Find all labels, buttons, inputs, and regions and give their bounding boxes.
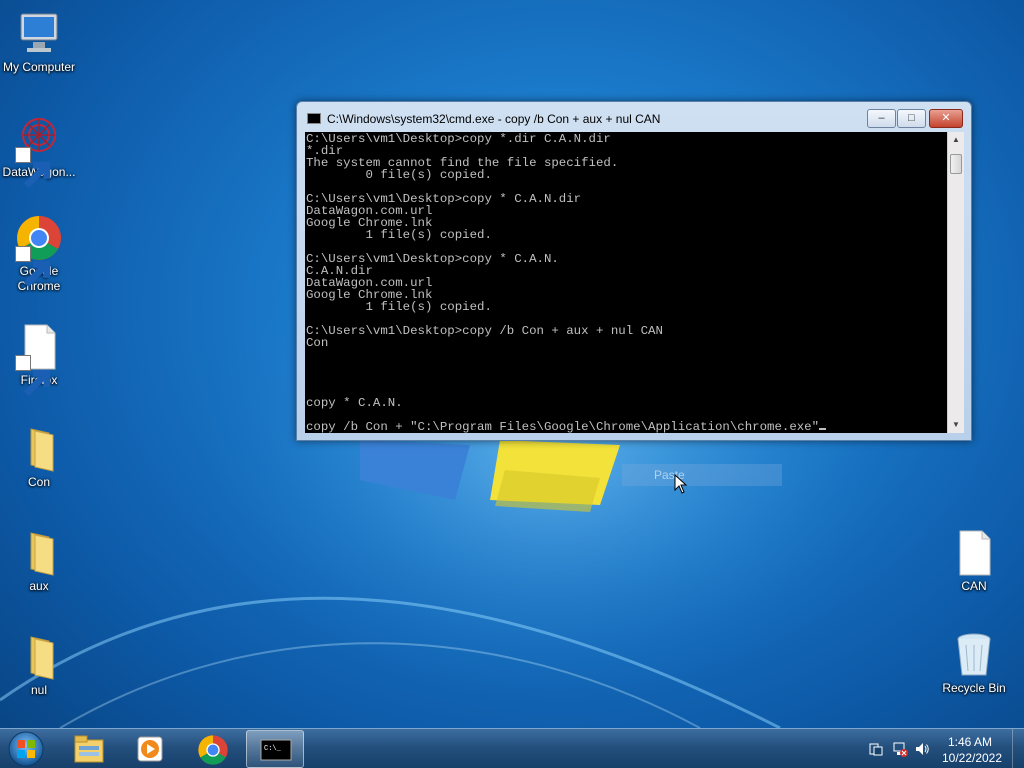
desktop-icon-google-chrome[interactable]: Google Chrome	[0, 214, 79, 294]
desktop-icon-label: aux	[29, 579, 49, 593]
cmd-icon	[307, 113, 321, 124]
mouse-pointer-icon	[674, 474, 688, 494]
taskbar-chrome-button[interactable]	[184, 730, 242, 768]
desktop-icon-label: nul	[30, 683, 47, 697]
action-center-flag-icon[interactable]	[868, 741, 884, 757]
console-output[interactable]: C:\Users\vm1\Desktop>copy *.dir C.A.N.di…	[305, 132, 947, 433]
desktop-icon-label: Recycle Bin	[942, 681, 1006, 695]
minimize-button[interactable]: –	[867, 109, 896, 128]
taskbar-media-player-button[interactable]	[122, 730, 180, 768]
folder-icon	[15, 633, 63, 681]
media-player-icon	[137, 736, 163, 762]
clock-time[interactable]: 1:46 AM	[942, 735, 998, 749]
svg-text:C:\_: C:\_	[264, 745, 282, 753]
desktop-icon-label: Con	[27, 475, 50, 489]
desktop-icon-my-computer[interactable]: My Computer	[0, 10, 79, 75]
desktop-icon-firefox[interactable]: Firefox	[0, 323, 79, 397]
folder-icon	[15, 425, 63, 473]
console-text-body: C:\Users\vm1\Desktop>copy *.dir C.A.N.di…	[306, 132, 820, 433]
chrome-icon	[15, 214, 63, 288]
close-button[interactable]: ✕	[929, 109, 963, 128]
maximize-button[interactable]: □	[897, 109, 926, 128]
start-button[interactable]	[6, 730, 46, 768]
taskbar-cmd-button[interactable]: C:\_	[246, 730, 304, 768]
computer-icon	[15, 10, 63, 58]
taskbar: C:\_ 1:46 AM 10/22/2022	[0, 728, 1024, 768]
shortcut-arrow-icon	[15, 246, 51, 288]
window-title: C:\Windows\system32\cmd.exe - copy /b Co…	[327, 112, 661, 126]
vertical-scrollbar[interactable]: ▲ ▼	[947, 132, 964, 433]
recycle-bin-icon	[950, 631, 998, 679]
show-desktop-button[interactable]	[1012, 729, 1024, 768]
chrome-icon	[198, 735, 228, 765]
system-tray: 1:46 AM 10/22/2022	[862, 729, 1024, 768]
volume-icon[interactable]	[914, 741, 930, 757]
desktop-icon-recycle-bin[interactable]: Recycle Bin	[934, 631, 1014, 696]
shortcut-arrow-icon	[15, 147, 51, 189]
desktop-icon-aux[interactable]: aux	[0, 529, 79, 594]
desktop-icon-label: CAN	[961, 579, 987, 593]
taskbar-explorer-button[interactable]	[60, 730, 118, 768]
desktop-icon-label: My Computer	[2, 60, 76, 74]
windows-logo-icon	[8, 731, 44, 767]
desktop-icon-can[interactable]: CAN	[934, 529, 1014, 594]
folder-icon	[15, 529, 63, 577]
scroll-up-arrow-icon[interactable]: ▲	[948, 132, 964, 148]
scroll-down-arrow-icon[interactable]: ▼	[948, 417, 964, 433]
windows-explorer-icon	[74, 735, 104, 763]
clock-date[interactable]: 10/22/2022	[940, 751, 1004, 765]
network-error-icon[interactable]	[892, 741, 908, 757]
console-text: C:\Users\vm1\Desktop>copy *.dir C.A.N.di…	[305, 132, 947, 433]
datawagon-icon	[15, 115, 63, 189]
blank-file-icon	[15, 323, 63, 397]
cmd-icon: C:\_	[260, 739, 292, 761]
paste-menu-item[interactable]: Paste	[622, 464, 782, 486]
cmd-window[interactable]: C:\Windows\system32\cmd.exe - copy /b Co…	[296, 101, 972, 441]
scrollbar-thumb[interactable]	[950, 154, 962, 174]
desktop-icon-datawagon[interactable]: DataWagon...	[0, 115, 79, 189]
desktop-icon-nul[interactable]: nul	[0, 633, 79, 698]
text-cursor	[819, 428, 827, 430]
blank-file-icon	[950, 529, 998, 577]
cmd-titlebar[interactable]: C:\Windows\system32\cmd.exe - copy /b Co…	[297, 102, 971, 132]
desktop-icon-con[interactable]: Con	[0, 425, 79, 490]
shortcut-arrow-icon	[15, 355, 51, 397]
